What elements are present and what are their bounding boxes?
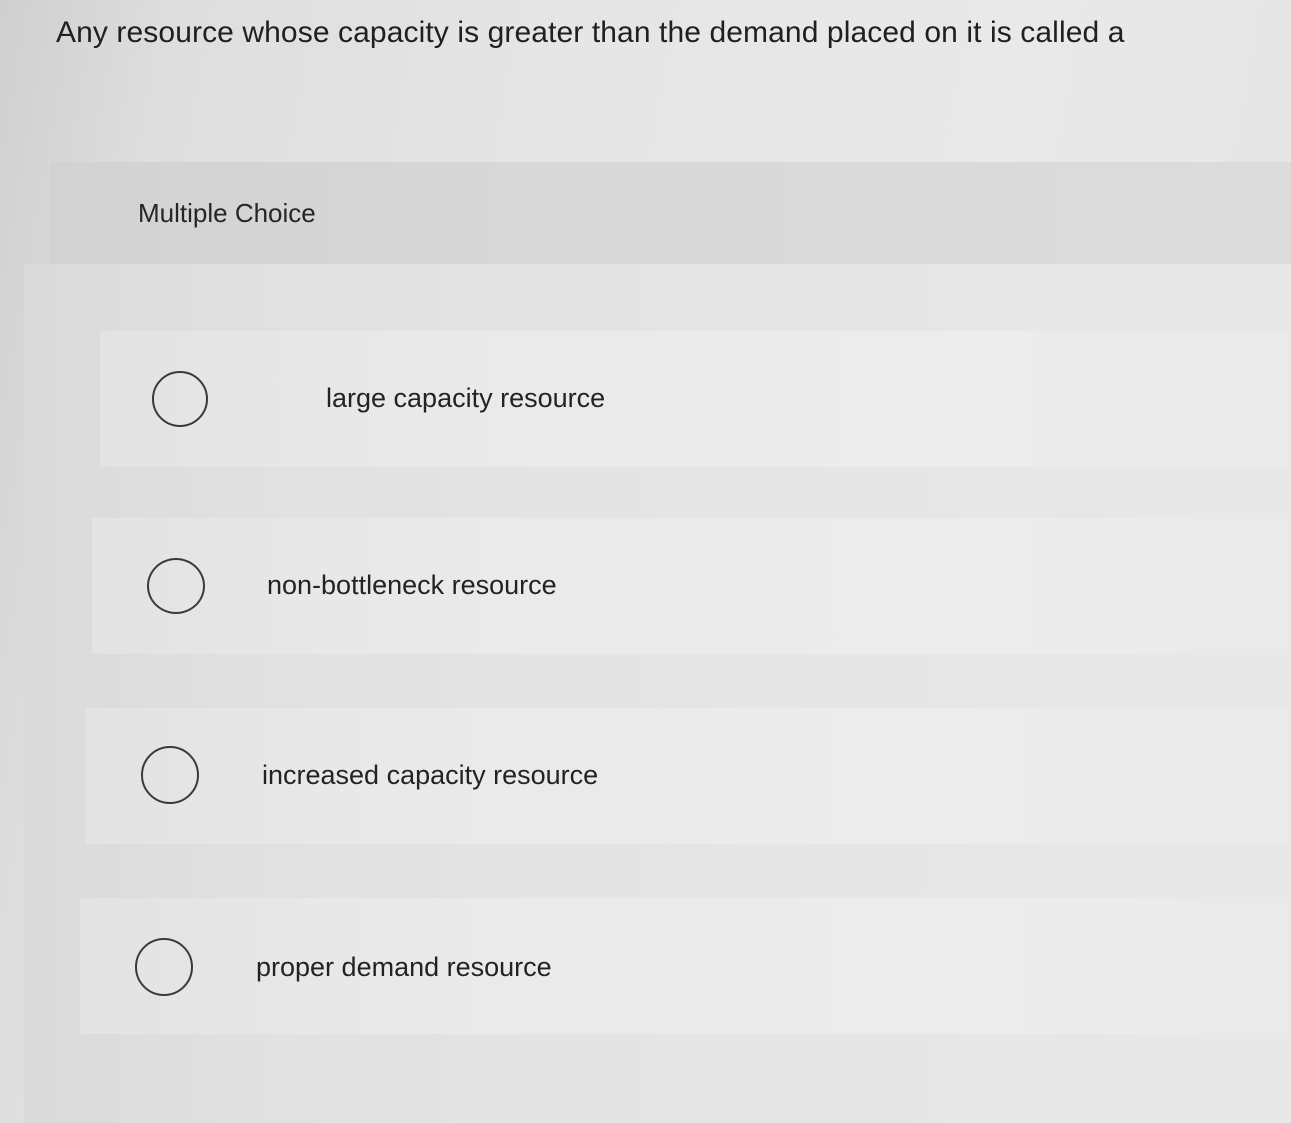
- answer-option[interactable]: proper demand resource: [80, 898, 1291, 1034]
- question-type-header: Multiple Choice: [50, 162, 1291, 264]
- answer-option[interactable]: increased capacity resource: [86, 708, 1291, 844]
- answer-option[interactable]: large capacity resource: [100, 331, 1291, 467]
- radio-button[interactable]: [147, 558, 205, 614]
- answer-option-label: increased capacity resource: [262, 760, 599, 790]
- answer-option-label: large capacity resource: [326, 383, 606, 413]
- answer-option[interactable]: non-bottleneck resource: [92, 518, 1291, 654]
- question-text: Any resource whose capacity is greater t…: [56, 16, 1125, 49]
- answer-option-label: non-bottleneck resource: [267, 570, 557, 600]
- radio-button[interactable]: [152, 371, 208, 427]
- radio-button[interactable]: [141, 746, 199, 804]
- question-type-label: Multiple Choice: [138, 198, 316, 228]
- radio-button[interactable]: [135, 938, 193, 996]
- answer-option-label: proper demand resource: [256, 952, 552, 982]
